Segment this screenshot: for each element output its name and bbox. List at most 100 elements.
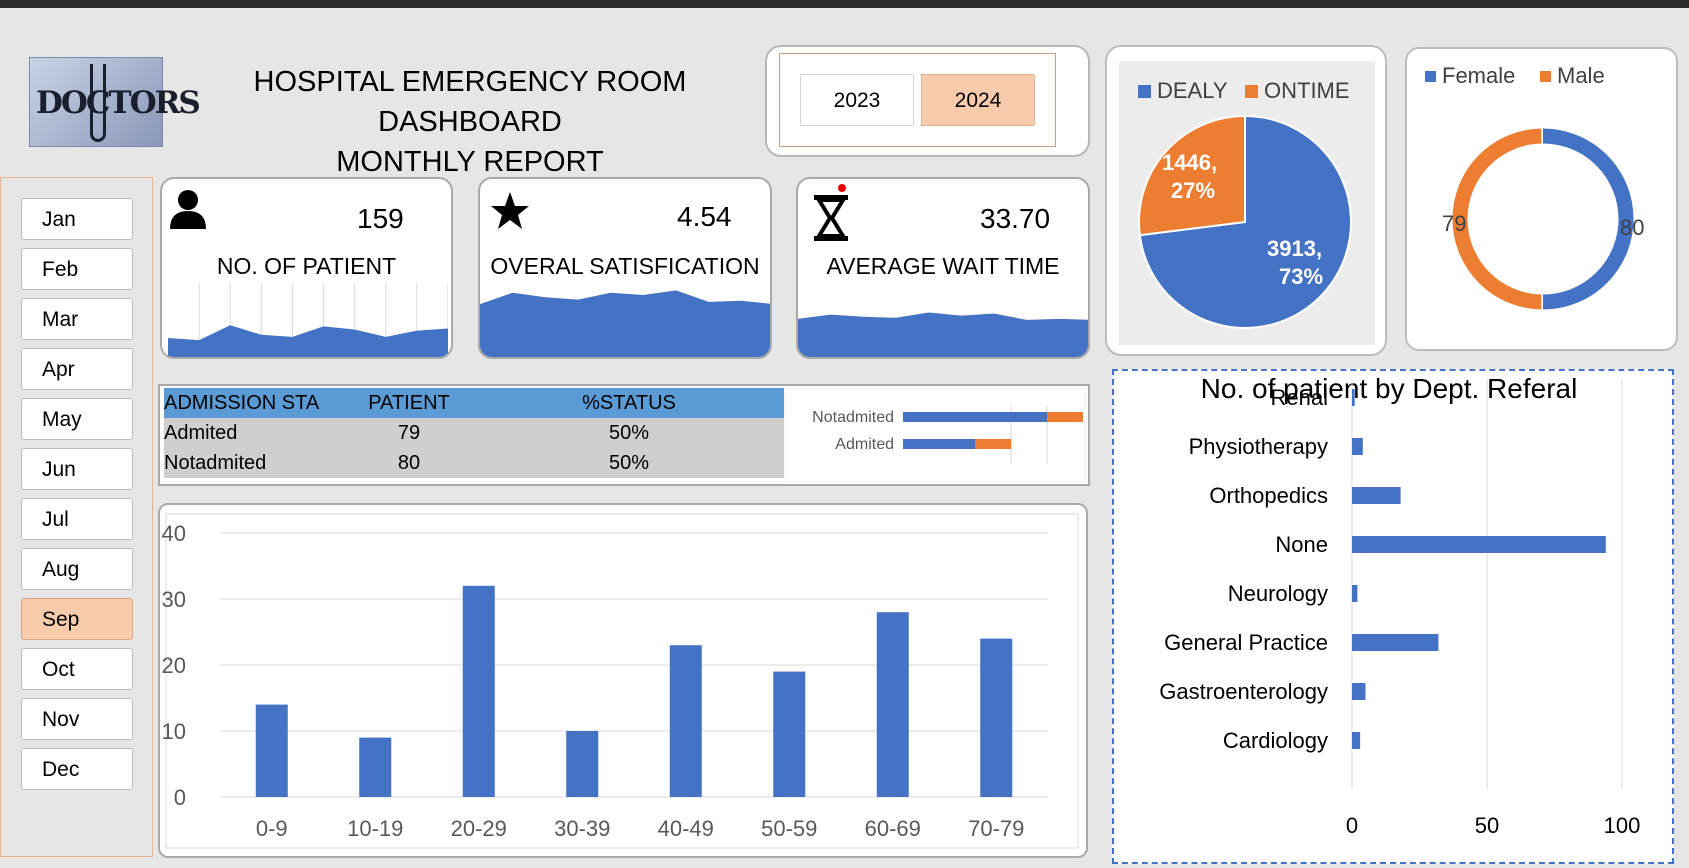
table-row: Admited 79 50%	[164, 418, 784, 448]
age-xtick-label: 40-49	[658, 816, 714, 841]
year-button-2023[interactable]: 2023	[800, 74, 914, 126]
month-button-dec[interactable]: Dec	[21, 748, 133, 790]
dept-category-label: Physiotherapy	[1189, 434, 1328, 459]
sparkline-area	[798, 312, 1088, 357]
dept-bar-gastroenterology	[1352, 683, 1366, 700]
dept-bar-none	[1352, 536, 1606, 553]
dept-category-label: Neurology	[1228, 581, 1328, 606]
row-status: Notadmited	[164, 448, 344, 478]
month-button-jun[interactable]: Jun	[21, 448, 133, 490]
month-button-jan[interactable]: Jan	[21, 198, 133, 240]
dept-bar-general-practice	[1352, 634, 1439, 651]
kpi-wait-value: 33.70	[980, 203, 1051, 234]
month-button-nov[interactable]: Nov	[21, 698, 133, 740]
pie-dealy-value: 3913,	[1267, 236, 1322, 261]
age-ytick-label: 40	[162, 521, 186, 546]
legend-dealy-label: DEALY	[1157, 78, 1228, 103]
col-status-pct: %STATUS	[474, 388, 784, 418]
row-status: Admited	[164, 418, 344, 448]
admission-table: ADMISSION STA PATIENT %STATUS Admited 79…	[164, 388, 784, 478]
legend-male-label: Male	[1557, 63, 1605, 88]
adm-cat-admited: Admited	[835, 436, 894, 453]
wait-sparkline	[798, 312, 1088, 357]
age-bar-20-29	[462, 585, 495, 797]
delay-ontime-pie: DEALY ONTIME 1446, 27% 3913, 73%	[1119, 61, 1375, 345]
legend-ontime-swatch	[1245, 85, 1258, 98]
kpi-card-patients: 159 NO. OF PATIENT	[160, 177, 453, 359]
dept-category-label: General Practice	[1164, 630, 1328, 655]
year-slicer-inner: 2023 2024	[779, 53, 1056, 147]
month-button-apr[interactable]: Apr	[21, 348, 133, 390]
donut-female-value: 80	[1620, 215, 1644, 240]
page-title: HOSPITAL EMERGENCY ROOM DASHBOARD MONTHL…	[170, 62, 770, 182]
donut-slice-male	[1452, 128, 1542, 310]
age-bar-60-69	[876, 612, 909, 797]
col-patient: PATIENT	[344, 388, 474, 418]
legend-dealy-swatch	[1138, 85, 1151, 98]
row-pct: 50%	[474, 448, 784, 478]
admission-header-row: ADMISSION STA PATIENT %STATUS	[164, 388, 784, 418]
age-xtick-label: 30-39	[554, 816, 610, 841]
kpi-wait-label: AVERAGE WAIT TIME	[826, 253, 1060, 279]
year-slicer: 2023 2024	[765, 45, 1090, 157]
month-button-sep[interactable]: Sep	[21, 598, 133, 640]
legend-female-label: Female	[1442, 63, 1515, 88]
row-pct: 50%	[474, 418, 784, 448]
age-group-card: 0 10 20 30 40 0-9 10-19 20-29 30-39 40-49 50-59 60-…	[158, 503, 1088, 858]
legend-male-swatch	[1540, 71, 1551, 82]
pie-ontime-value: 1446,	[1162, 150, 1217, 175]
month-button-oct[interactable]: Oct	[21, 648, 133, 690]
legend-ontime-label: ONTIME	[1264, 78, 1350, 103]
age-bar-50-59	[773, 671, 806, 797]
dept-referral-card: No. of patient by Dept. Referal 0 50 100 Re…	[1112, 369, 1674, 864]
person-icon	[170, 190, 206, 229]
month-button-may[interactable]: May	[21, 398, 133, 440]
dept-bar-cardiology	[1352, 732, 1361, 749]
age-xtick-label: 70-79	[968, 816, 1024, 841]
dept-bar-orthopedics	[1352, 487, 1401, 504]
age-group-bar-chart: 0 10 20 30 40 0-9 10-19 20-29 30-39 40-49 50-59 60-…	[162, 513, 1079, 849]
age-xtick-label: 50-59	[761, 816, 817, 841]
col-admission-status: ADMISSION STA	[164, 388, 344, 418]
age-xtick-label: 60-69	[865, 816, 921, 841]
kpi-card-satisfaction: 4.54 OVERAL SATISFICATION	[478, 177, 772, 359]
dept-referral-bar-chart: No. of patient by Dept. Referal 0 50 100 Re…	[1159, 373, 1640, 838]
adm-bar-notadmited	[903, 412, 1047, 422]
pie-ontime-pct: 27%	[1171, 178, 1215, 203]
adm-cat-notadmited: Notadmited	[812, 409, 894, 426]
table-row: Notadmited 80 50%	[164, 448, 784, 478]
dept-category-label: Gastroenterology	[1159, 679, 1328, 704]
dept-xtick-label: 0	[1346, 813, 1358, 838]
month-button-feb[interactable]: Feb	[21, 248, 133, 290]
pie-dealy-pct: 73%	[1279, 264, 1323, 289]
adm-bar-notadmited-part2	[1047, 412, 1083, 422]
star-icon	[491, 192, 529, 229]
dept-bar-renal	[1352, 389, 1355, 406]
kpi-satisfaction-label: OVERAL SATISFICATION	[490, 253, 760, 279]
age-ytick-label: 0	[174, 785, 186, 810]
dept-chart-title: No. of patient by Dept. Referal	[1201, 373, 1578, 404]
satisfaction-sparkline	[480, 290, 770, 357]
row-patient: 79	[344, 418, 474, 448]
adm-bar-admited-part2	[975, 439, 1011, 449]
age-ytick-label: 20	[162, 653, 186, 678]
month-button-aug[interactable]: Aug	[21, 548, 133, 590]
delay-ontime-pie-card: DEALY ONTIME 1446, 27% 3913, 73%	[1105, 45, 1387, 356]
age-xtick-label: 10-19	[347, 816, 403, 841]
year-button-2024[interactable]: 2024	[921, 74, 1035, 126]
age-ytick-label: 10	[162, 719, 186, 744]
dept-category-label: Orthopedics	[1209, 483, 1328, 508]
age-bar-30-39	[566, 731, 599, 797]
sparkline-area	[168, 325, 448, 357]
hourglass-icon	[814, 184, 848, 241]
age-xtick-label: 20-29	[451, 816, 507, 841]
month-button-jul[interactable]: Jul	[21, 498, 133, 540]
age-bar-40-49	[669, 645, 702, 797]
age-bar-0-9	[255, 704, 288, 797]
adm-bar-admited	[903, 439, 975, 449]
admission-panel: ADMISSION STA PATIENT %STATUS Admited 79…	[158, 384, 1090, 486]
month-button-mar[interactable]: Mar	[21, 298, 133, 340]
admission-stacked-bar: Notadmited Admited	[785, 388, 1085, 482]
age-ytick-label: 30	[162, 587, 186, 612]
age-bar-10-19	[359, 737, 392, 797]
